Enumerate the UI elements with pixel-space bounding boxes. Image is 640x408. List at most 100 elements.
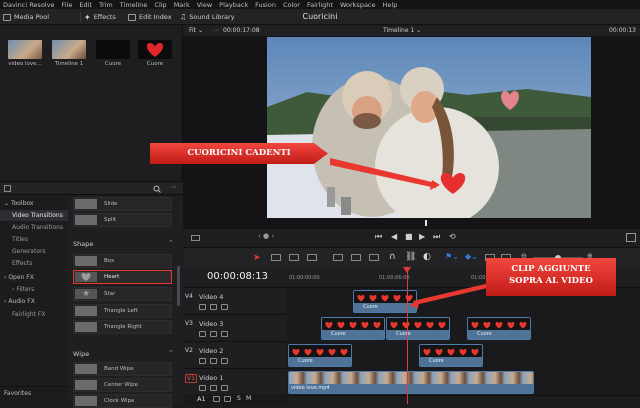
tree-titles[interactable]: Titles [0, 234, 68, 245]
video-visibility-icon[interactable] [221, 358, 228, 364]
chevron-up-icon[interactable]: ⌃ [168, 239, 174, 247]
play-icon[interactable]: ▶ [419, 232, 425, 241]
overwrite-clip-icon[interactable] [351, 254, 361, 261]
scrub-marker[interactable] [425, 220, 427, 226]
fx-slide[interactable]: Slide [73, 197, 172, 211]
media-pool-button[interactable]: Media Pool [3, 12, 49, 22]
dynamic-trim-icon[interactable] [289, 254, 299, 261]
media-clip-timeline[interactable]: Timeline 1 [52, 40, 86, 67]
auto-select-icon[interactable] [210, 304, 217, 310]
search-icon[interactable] [153, 185, 161, 193]
lock-icon[interactable] [199, 331, 206, 337]
fx-heart[interactable]: Heart [73, 270, 172, 284]
menu-timeline[interactable]: Timeline [120, 1, 148, 9]
solo-icon[interactable]: S [237, 395, 241, 402]
marker-icon[interactable]: ◆⌄ [465, 252, 478, 261]
menu-help[interactable]: Help [383, 1, 398, 9]
menu-mark[interactable]: Mark [174, 1, 190, 9]
sound-library-button[interactable]: ♫ Sound Library [180, 12, 235, 22]
tree-generators[interactable]: Generators [0, 246, 68, 257]
playhead[interactable] [407, 267, 408, 404]
menu-fusion[interactable]: Fusion [255, 1, 276, 9]
cuore-clip-v2-a[interactable]: Cuore [288, 344, 352, 367]
menu-view[interactable]: View [197, 1, 212, 9]
viewer-mode-icon[interactable] [191, 235, 200, 241]
menu-color[interactable]: Color [283, 1, 300, 9]
tree-audio-fx[interactable]: › Audio FX [0, 296, 68, 307]
tree-audio-transitions[interactable]: Audio Transitions [0, 222, 68, 233]
panel-toggle-icon[interactable] [4, 185, 11, 192]
cuore-clip-v3-a[interactable]: Cuore [321, 317, 385, 340]
track-header-v4[interactable]: V4 Video 4 [183, 289, 287, 315]
video-visibility-icon[interactable] [221, 331, 228, 337]
fx-box[interactable]: Box [73, 254, 172, 268]
menu-workspace[interactable]: Workspace [340, 1, 376, 9]
loop-icon[interactable]: ⟲ [449, 232, 456, 241]
menu-file[interactable]: File [61, 1, 72, 9]
tree-effects[interactable]: Effects [0, 258, 68, 269]
playhead-handle[interactable] [403, 267, 411, 273]
video-clip-v1[interactable]: video love.mp4 [288, 371, 534, 394]
track-header-v2[interactable]: V2 Video 2 [183, 343, 287, 369]
audio-track-a1[interactable] [287, 395, 640, 404]
cuore-clip-v2-b[interactable]: Cuore [419, 344, 483, 367]
menu-fairlight[interactable]: Fairlight [307, 1, 333, 9]
track-header-a1[interactable]: A1 S M [183, 394, 287, 404]
options-icon[interactable]: ⋯ [170, 183, 177, 191]
video-visibility-icon[interactable] [221, 304, 228, 310]
fx-split[interactable]: Split [73, 213, 172, 227]
blade-tool-icon[interactable] [307, 254, 317, 261]
menu-edit[interactable]: Edit [79, 1, 92, 9]
replace-clip-icon[interactable] [369, 254, 379, 261]
auto-select-icon[interactable] [210, 358, 217, 364]
position-lock-icon[interactable]: ◐ [423, 252, 431, 262]
tree-filters[interactable]: › Filters [0, 284, 68, 295]
tree-fairlight-fx[interactable]: Fairlight FX [0, 309, 68, 320]
viewer-options-icon[interactable]: ⋯ [213, 27, 219, 34]
jog-control[interactable]: ‹ ● › [258, 232, 274, 240]
auto-select-icon[interactable] [210, 331, 217, 337]
fx-center-wipe[interactable]: Center Wipe [73, 378, 172, 392]
tree-video-transitions[interactable]: Video Transitions [0, 210, 68, 221]
first-frame-icon[interactable]: ⏮ [375, 232, 382, 242]
fx-clock-wipe[interactable]: Clock Wipe [73, 394, 172, 408]
chevron-up-icon[interactable]: ⌃ [168, 349, 174, 357]
video-visibility-icon[interactable] [221, 385, 228, 391]
cuore-clip-v3-b[interactable]: Cuore [386, 317, 450, 340]
fullscreen-icon[interactable] [626, 233, 636, 242]
auto-select-icon[interactable] [224, 396, 231, 402]
selection-tool-icon[interactable]: ➤ [253, 253, 261, 263]
fx-star[interactable]: ★ Star [73, 287, 172, 301]
media-clip-cuore-1[interactable]: Cuore [96, 40, 130, 67]
lock-icon[interactable] [199, 385, 206, 391]
trim-tool-icon[interactable] [271, 254, 281, 261]
fx-triangle-right[interactable]: Triangle Right [73, 320, 172, 334]
track-header-v1[interactable]: V1 Video 1 [183, 370, 287, 396]
favorites-header[interactable]: Favorites [0, 386, 68, 400]
link-icon[interactable]: ⛓ [405, 252, 416, 262]
tree-toolbox[interactable]: ⌄ Toolbox [0, 198, 68, 209]
fit-dropdown[interactable]: Fit ⌄ [189, 27, 203, 34]
fx-band-wipe[interactable]: Band Wipe [73, 362, 172, 376]
lock-icon[interactable] [213, 396, 220, 402]
flag-icon[interactable]: ⚑⌄ [445, 252, 459, 261]
menu-trim[interactable]: Trim [99, 1, 113, 9]
last-frame-icon[interactable]: ⏭ [433, 232, 440, 242]
media-clip-video[interactable]: video love... [8, 40, 42, 67]
stop-icon[interactable]: ■ [405, 232, 413, 241]
auto-select-icon[interactable] [210, 385, 217, 391]
insert-clip-icon[interactable] [333, 254, 343, 261]
reverse-icon[interactable]: ◀ [391, 232, 397, 241]
edit-index-button[interactable]: Edit Index [128, 12, 172, 22]
lock-icon[interactable] [199, 304, 206, 310]
video-frame[interactable] [267, 37, 591, 218]
menu-clip[interactable]: Clip [154, 1, 166, 9]
fx-triangle-left[interactable]: Triangle Left [73, 304, 172, 318]
lock-icon[interactable] [199, 358, 206, 364]
menu-app[interactable]: Davinci Resolve [3, 1, 54, 9]
fx-scrollbar[interactable] [177, 266, 180, 306]
media-clip-cuore-2[interactable]: Cuore [138, 40, 172, 67]
track-header-v3[interactable]: V3 Video 3 [183, 316, 287, 342]
cuore-clip-v3-c[interactable]: Cuore [467, 317, 531, 340]
effects-button[interactable]: ✦ Effects [84, 12, 116, 22]
